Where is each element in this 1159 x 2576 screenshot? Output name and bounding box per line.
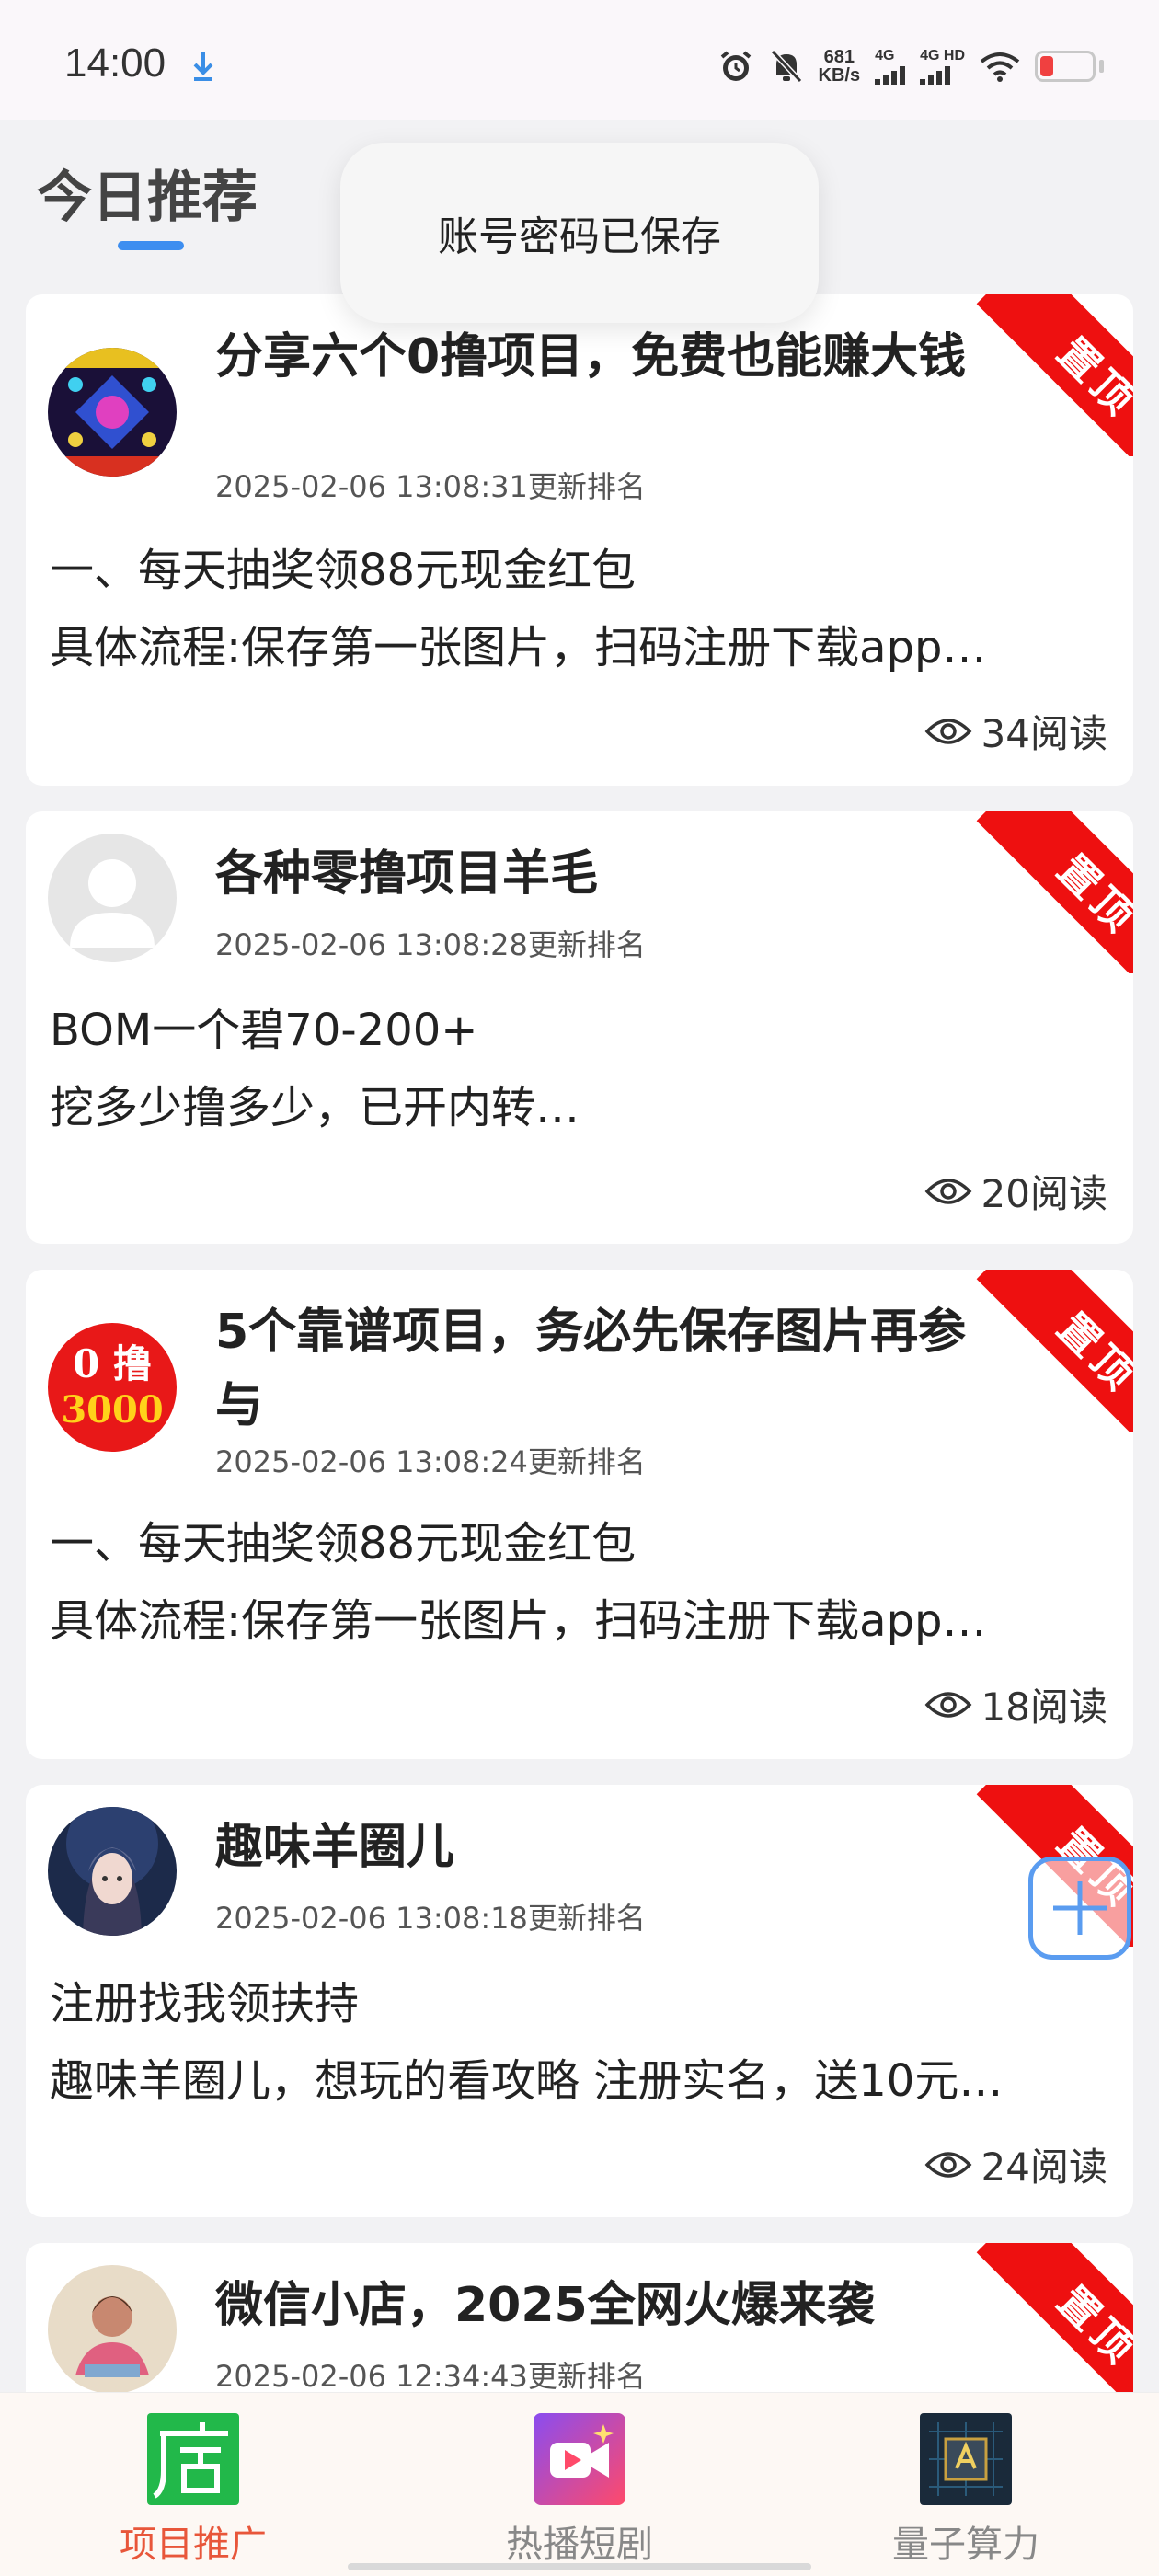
promotion-icon <box>147 2413 239 2505</box>
post-card[interactable]: 各种零撸项目羊毛 2025-02-06 13:08:28更新排名 BOM一个碧7… <box>26 811 1133 1244</box>
add-post-button[interactable] <box>1028 1857 1131 1960</box>
mute-bell-icon <box>770 49 802 84</box>
post-title[interactable]: 趣味羊圈儿 <box>215 1811 1006 1884</box>
video-play-icon <box>534 2413 625 2505</box>
post-date: 2025-02-06 13:08:24更新排名 <box>215 1444 646 1479</box>
post-card[interactable]: 趣味羊圈儿 2025-02-06 13:08:18更新排名 注册找我领扶持 趣味… <box>26 1785 1133 2217</box>
post-views: 20阅读 <box>924 1163 1107 1219</box>
post-avatar: 0 撸 3000 <box>48 1323 177 1452</box>
download-icon <box>193 52 213 81</box>
pinned-ribbon: 置顶 <box>971 1270 1133 1432</box>
post-excerpt-line1: 一、每天抽奖领88元现金红包 <box>50 545 637 596</box>
post-excerpt-line1: BOM一个碧70-200+ <box>50 1005 478 1056</box>
pinned-label: 置顶 <box>1048 845 1133 945</box>
post-title[interactable]: 微信小店，2025全网火爆来袭 <box>215 2269 1006 2342</box>
post-date: 2025-02-06 13:08:28更新排名 <box>215 927 646 962</box>
post-title[interactable]: 各种零撸项目羊毛 <box>215 837 1006 911</box>
post-excerpt-line1: 一、每天抽奖领88元现金红包 <box>50 1518 637 1570</box>
pinned-ribbon: 置顶 <box>971 811 1133 973</box>
post-avatar <box>48 348 177 477</box>
net-type-1: 4G <box>875 48 895 63</box>
post-excerpt-line2: 趣味羊圈儿，想玩的看攻略 注册实名，送10元… <box>50 2055 1004 2107</box>
signal-1: 4G <box>875 48 906 85</box>
post-card[interactable]: 微信小店，2025全网火爆来袭 2025-02-06 12:34:43更新排名 … <box>26 2243 1133 2392</box>
post-card[interactable]: 0 撸 3000 5个靠谱项目，务必先保存图片再参与 2025-02-06 13… <box>26 1270 1133 1759</box>
chip-icon <box>920 2413 1012 2505</box>
alarm-icon <box>720 51 751 81</box>
post-views: 18阅读 <box>924 1676 1107 1732</box>
net-speed-unit: KB/s <box>818 65 861 86</box>
post-title[interactable]: 5个靠谱项目，务必先保存图片再参与 <box>215 1295 1006 1443</box>
pinned-label: 置顶 <box>1048 328 1133 428</box>
battery-cap <box>1099 60 1104 73</box>
post-views: 34阅读 <box>924 703 1107 759</box>
post-card[interactable]: 分享六个0撸项目，免费也能赚大钱 2025-02-06 13:08:31更新排名… <box>26 294 1133 786</box>
post-avatar <box>48 834 177 962</box>
signal-bars-2-icon <box>920 64 951 85</box>
post-views-count: 18阅读 <box>981 1685 1107 1730</box>
status-bar: 14:00 681 KB/s 4G 4G HD <box>0 0 1159 120</box>
signal-bars-1-icon <box>875 64 906 85</box>
avatar-text-bottom: 3000 <box>61 1388 164 1432</box>
nav-item-quantum-compute[interactable]: 量子算力 <box>846 2413 1085 2568</box>
nav-label-promotion: 项目推广 <box>120 2524 267 2566</box>
status-icons: 681 KB/s 4G 4G HD <box>717 40 1104 92</box>
post-title[interactable]: 分享六个0撸项目，免费也能赚大钱 <box>215 320 1006 394</box>
tab-indicator <box>118 241 184 250</box>
nav-label-quantum-compute: 量子算力 <box>892 2524 1039 2566</box>
post-excerpt-line2: 具体流程:保存第一张图片，扫码注册下载app… <box>50 622 987 673</box>
post-excerpt-line2: 挖多少撸多少，已开内转… <box>50 1082 580 1133</box>
pinned-ribbon: 置顶 <box>971 294 1133 456</box>
bottom-nav: 项目推广 热播短剧 量子算力 <box>0 2392 1159 2576</box>
nav-item-short-drama[interactable]: 热播短剧 <box>460 2413 699 2568</box>
post-avatar <box>48 1807 177 1936</box>
toast-message: 账号密码已保存 <box>340 143 819 323</box>
nav-item-promotion[interactable]: 项目推广 <box>74 2413 313 2568</box>
home-indicator[interactable] <box>348 2563 811 2570</box>
net-type-2: 4G HD <box>920 48 965 63</box>
post-date: 2025-02-06 13:08:18更新排名 <box>215 1901 646 1936</box>
wifi-icon <box>980 52 1020 82</box>
default-avatar-icon <box>48 834 177 962</box>
post-views-count: 34阅读 <box>981 711 1107 756</box>
post-date: 2025-02-06 12:34:43更新排名 <box>215 2359 646 2392</box>
post-excerpt-line1: 注册找我领扶持 <box>50 1978 360 2030</box>
post-date: 2025-02-06 13:08:31更新排名 <box>215 469 646 504</box>
pinned-label: 置顶 <box>1048 2277 1133 2376</box>
post-views-count: 24阅读 <box>981 2145 1107 2190</box>
pinned-ribbon: 置顶 <box>971 2243 1133 2392</box>
post-list[interactable]: 分享六个0撸项目，免费也能赚大钱 2025-02-06 13:08:31更新排名… <box>0 294 1159 2392</box>
post-views: 24阅读 <box>924 2136 1107 2192</box>
plus-icon <box>1053 1881 1107 1935</box>
net-speed-value: 681 <box>823 47 855 67</box>
post-views-count: 20阅读 <box>981 1171 1107 1216</box>
battery-icon <box>1035 51 1096 82</box>
clock: 14:00 <box>64 40 166 86</box>
eye-icon <box>924 2151 971 2178</box>
eye-icon <box>924 1691 971 1718</box>
post-avatar <box>48 2265 177 2392</box>
signal-2: 4G HD <box>920 48 965 85</box>
eye-icon <box>924 718 971 744</box>
tab-today-recommend[interactable]: 今日推荐 <box>37 153 258 233</box>
net-speed: 681 KB/s <box>819 48 861 85</box>
post-excerpt-line2: 具体流程:保存第一张图片，扫码注册下载app… <box>50 1595 987 1647</box>
eye-icon <box>924 1178 971 1204</box>
avatar-text-top: 0 撸 <box>73 1341 152 1386</box>
nav-label-short-drama: 热播短剧 <box>506 2524 653 2566</box>
pinned-label: 置顶 <box>1048 1304 1133 1403</box>
